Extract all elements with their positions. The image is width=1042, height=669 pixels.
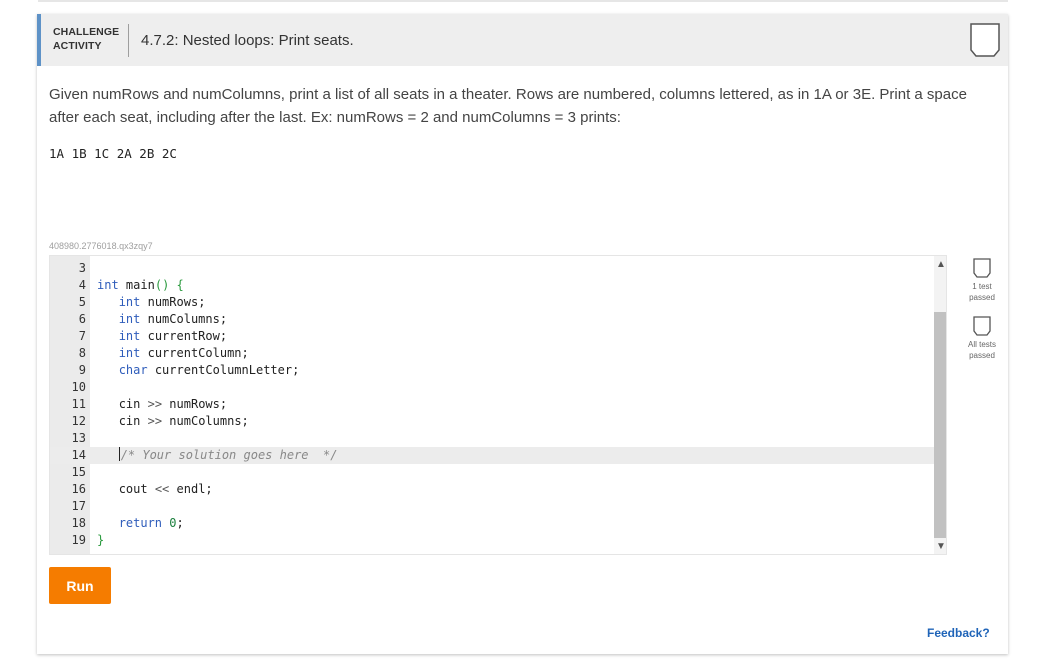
line-code[interactable]: int numColumns;	[97, 311, 227, 328]
activity-type-line2: ACTIVITY	[53, 40, 102, 52]
line-number: 4	[78, 278, 86, 292]
code-line[interactable]: 7 int currentRow;	[50, 328, 934, 345]
test-label-line2: passed	[969, 293, 995, 302]
test-checkbox-icon	[973, 316, 991, 336]
line-code[interactable]: /* Your solution goes here */	[97, 447, 337, 464]
code-line[interactable]: 13	[50, 430, 934, 447]
top-divider	[38, 0, 1008, 2]
line-number: 10	[71, 380, 86, 394]
line-code[interactable]: char currentColumnLetter;	[97, 362, 300, 379]
test-checkbox-icon	[973, 258, 991, 278]
test-status-1: 1 test passed	[956, 258, 1008, 303]
activity-type-label: CHALLENGE ACTIVITY	[53, 25, 119, 53]
line-number: 12	[71, 414, 86, 428]
activity-header: CHALLENGE ACTIVITY 4.7.2: Nested loops: …	[37, 14, 1008, 66]
code-line[interactable]: 3	[50, 260, 934, 277]
test-status-2: All tests passed	[956, 316, 1008, 361]
code-line[interactable]: 19}	[50, 532, 934, 549]
code-line[interactable]: 14 /* Your solution goes here */	[50, 447, 934, 464]
activity-title: 4.7.2: Nested loops: Print seats.	[141, 32, 354, 49]
code-line[interactable]: 5 int numRows;	[50, 294, 934, 311]
header-divider	[128, 24, 129, 57]
line-code[interactable]: int currentRow;	[97, 328, 227, 345]
run-button[interactable]: Run	[49, 567, 111, 604]
line-code[interactable]: int currentColumn;	[97, 345, 249, 362]
feedback-link[interactable]: Feedback?	[927, 626, 990, 640]
line-number: 11	[71, 397, 86, 411]
chevron-down-icon[interactable]: ▼	[934, 540, 946, 554]
line-code[interactable]: return 0;	[97, 515, 184, 532]
example-output: 1A 1B 1C 2A 2B 2C	[49, 146, 177, 161]
chevron-up-icon[interactable]: ▲	[934, 258, 946, 272]
line-number: 7	[78, 329, 86, 343]
line-number: 8	[78, 346, 86, 360]
code-line[interactable]: 6 int numColumns;	[50, 311, 934, 328]
line-number: 6	[78, 312, 86, 326]
line-number: 14	[71, 448, 86, 462]
line-number: 13	[71, 431, 86, 445]
code-line[interactable]: 15	[50, 464, 934, 481]
line-number: 19	[71, 533, 86, 547]
text-cursor	[118, 447, 120, 461]
line-code[interactable]: int numRows;	[97, 294, 206, 311]
code-line[interactable]: 8 int currentColumn;	[50, 345, 934, 362]
code-line[interactable]: 12 cin >> numColumns;	[50, 413, 934, 430]
code-line[interactable]: 11 cin >> numRows;	[50, 396, 934, 413]
code-line[interactable]: 10	[50, 379, 934, 396]
activity-type-line1: CHALLENGE	[53, 26, 120, 38]
code-line[interactable]: 18 return 0;	[50, 515, 934, 532]
activity-prompt: Given numRows and numColumns, print a li…	[49, 86, 967, 126]
line-code[interactable]: int main() {	[97, 277, 184, 294]
line-code[interactable]: cin >> numColumns;	[97, 413, 249, 430]
line-code[interactable]: cout << endl;	[97, 481, 213, 498]
code-line[interactable]: 4 int main() {	[50, 277, 934, 294]
line-number: 15	[71, 465, 86, 479]
line-number: 18	[71, 516, 86, 530]
test-label-line1: All tests	[967, 340, 996, 349]
challenge-activity-card: CHALLENGE ACTIVITY 4.7.2: Nested loops: …	[37, 14, 1008, 654]
test-label-line1: 1 test	[972, 282, 992, 291]
activity-id: 408980.2776018.qx3zqy7	[49, 241, 153, 251]
line-number: 17	[71, 499, 86, 513]
code-lines[interactable]: 3 4 int main() {5 int numRows; 6 int numCol…	[50, 260, 934, 549]
line-number: 16	[71, 482, 86, 496]
test-label: All tests passed	[956, 339, 1008, 361]
code-line[interactable]: 17	[50, 498, 934, 515]
line-number: 3	[78, 261, 86, 275]
code-editor[interactable]: 3 4 int main() {5 int numRows; 6 int numCol…	[49, 255, 947, 555]
line-code[interactable]: cin >> numRows;	[97, 396, 227, 413]
line-number: 9	[78, 363, 86, 377]
line-number: 5	[78, 295, 86, 309]
line-code[interactable]: }	[97, 532, 104, 549]
completion-checkbox-icon	[970, 23, 1000, 57]
code-line[interactable]: 9 char currentColumnLetter;	[50, 362, 934, 379]
test-label-line2: passed	[969, 351, 995, 360]
test-label: 1 test passed	[956, 281, 1008, 303]
scrollbar-thumb[interactable]	[934, 312, 946, 538]
code-line[interactable]: 16 cout << endl;	[50, 481, 934, 498]
editor-scrollbar[interactable]: ▲ ▼	[934, 256, 946, 554]
